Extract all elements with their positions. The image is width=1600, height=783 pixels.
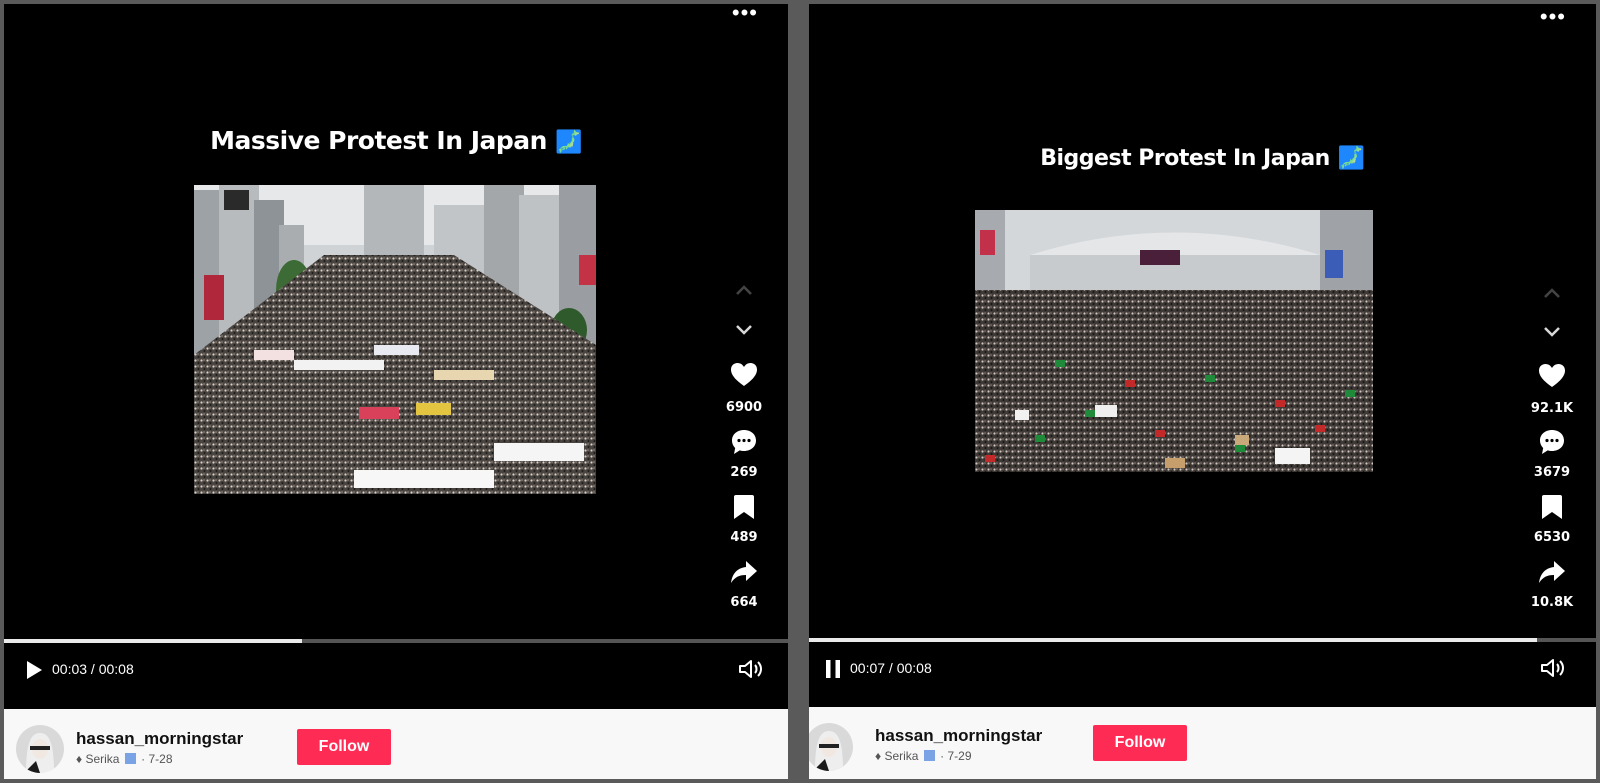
- post-date: · 7-28: [141, 752, 173, 766]
- video-caption: Biggest Protest In Japan 🗾: [809, 146, 1596, 171]
- pause-icon[interactable]: [823, 658, 843, 685]
- author-footer: hassan_morningstar ♦ Serika · 7-28 Follo…: [4, 709, 788, 779]
- action-sidebar: 92.1K 3679 6530 10.8K: [1522, 4, 1582, 644]
- japan-map-icon: 🗾: [554, 130, 582, 155]
- follow-button[interactable]: Follow: [297, 729, 391, 765]
- author-footer: hassan_morningstar ♦ Serika · 7-29 Follo…: [809, 707, 1596, 779]
- save-count: 6530: [1533, 530, 1571, 545]
- japan-map-icon: 🗾: [1337, 146, 1365, 171]
- play-icon[interactable]: [24, 659, 44, 686]
- share-count: 10.8K: [1530, 595, 1574, 610]
- heart-icon[interactable]: [1522, 363, 1582, 389]
- protest-street-photo: [194, 185, 596, 494]
- comment-count: 269: [730, 465, 758, 480]
- share-arrow-icon[interactable]: [1522, 560, 1582, 584]
- verified-badge-icon: [124, 753, 136, 764]
- playback-time: 00:07 / 00:08: [850, 660, 932, 676]
- protest-stadium-photo: [975, 210, 1373, 472]
- volume-icon[interactable]: [738, 658, 764, 685]
- video-controls: 00:03 / 00:08: [4, 645, 788, 695]
- follow-button[interactable]: Follow: [1093, 725, 1187, 761]
- share-arrow-icon[interactable]: [714, 560, 774, 584]
- video-progress-fill: [4, 639, 302, 643]
- author-meta: ♦ Serika · 7-28: [76, 752, 173, 766]
- comment-bubble-icon[interactable]: [1522, 428, 1582, 456]
- action-sidebar: 6900 269 489 664: [714, 4, 774, 644]
- video-progress-bar[interactable]: [4, 639, 788, 643]
- chevron-down-icon[interactable]: [714, 324, 774, 336]
- video-progress-bar[interactable]: [809, 638, 1596, 642]
- caption-text: Massive Protest In Japan: [210, 126, 547, 155]
- caption-text: Biggest Protest In Japan: [1040, 146, 1330, 171]
- post-date: · 7-29: [940, 749, 972, 763]
- author-username[interactable]: hassan_morningstar: [76, 729, 243, 749]
- video-progress-fill: [809, 638, 1537, 642]
- chevron-up-icon[interactable]: [1522, 287, 1582, 299]
- chevron-down-icon[interactable]: [1522, 326, 1582, 338]
- like-count: 6900: [725, 400, 763, 415]
- verified-badge-icon: [923, 750, 935, 761]
- playback-time: 00:03 / 00:08: [52, 661, 134, 677]
- comment-count: 3679: [1533, 465, 1571, 480]
- like-count: 92.1K: [1530, 401, 1574, 416]
- author-nickname: ♦ Serika: [76, 752, 120, 766]
- video-caption: Massive Protest In Japan 🗾: [4, 126, 788, 155]
- heart-icon[interactable]: [714, 362, 774, 388]
- comment-bubble-icon[interactable]: [714, 428, 774, 456]
- volume-icon[interactable]: [1540, 657, 1566, 684]
- author-username[interactable]: hassan_morningstar: [875, 726, 1042, 746]
- video-post-2: ••• Biggest Protest In Japan 🗾 92.1K 367…: [809, 4, 1596, 779]
- video-controls: 00:07 / 00:08: [809, 644, 1596, 694]
- avatar[interactable]: [16, 725, 64, 773]
- save-count: 489: [730, 530, 758, 545]
- share-count: 664: [730, 595, 758, 610]
- bookmark-icon[interactable]: [714, 494, 774, 520]
- author-meta: ♦ Serika · 7-29: [875, 749, 972, 763]
- chevron-up-icon[interactable]: [714, 284, 774, 296]
- bookmark-icon[interactable]: [1522, 494, 1582, 520]
- avatar[interactable]: [809, 723, 853, 771]
- video-post-1: ••• Massive Protest In Japan 🗾 6900 269 …: [4, 4, 788, 779]
- author-nickname: ♦ Serika: [875, 749, 919, 763]
